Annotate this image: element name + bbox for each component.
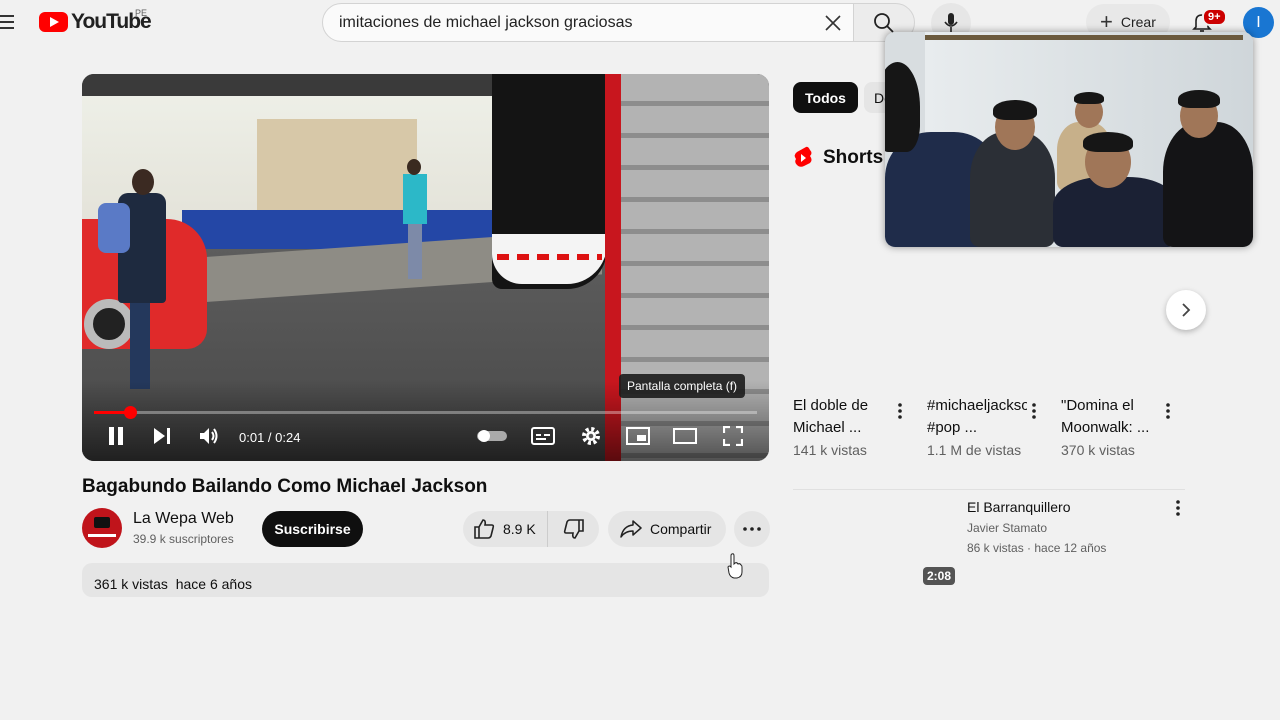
section-divider xyxy=(793,489,1185,490)
youtube-play-icon xyxy=(39,12,68,32)
plus-icon: + xyxy=(1100,9,1113,34)
microphone-icon xyxy=(944,13,958,32)
shorts-next-button[interactable] xyxy=(1166,290,1206,330)
duration-badge: 2:08 xyxy=(923,567,956,585)
more-actions-button[interactable] xyxy=(734,511,770,547)
fullscreen-tooltip: Pantalla completa (f) xyxy=(619,374,746,398)
search-input[interactable]: imitaciones de michael jackson graciosas xyxy=(322,3,854,42)
next-button[interactable] xyxy=(150,424,174,448)
related-video-title[interactable]: El Barranquillero xyxy=(967,499,1071,515)
theater-mode-button[interactable] xyxy=(673,424,697,448)
autoplay-toggle-icon xyxy=(477,430,507,442)
progress-bar[interactable] xyxy=(94,406,757,419)
description-box[interactable]: 361 k vistas hace 6 años xyxy=(82,563,769,597)
webcam-overlay xyxy=(885,32,1253,247)
volume-icon xyxy=(200,428,218,444)
shorts-icon xyxy=(794,146,812,167)
thumbs-up-icon xyxy=(474,519,495,539)
skip-next-icon xyxy=(154,428,170,444)
fullscreen-icon xyxy=(723,426,743,446)
short-title[interactable]: "Domina el Moonwalk: ... xyxy=(1061,395,1161,439)
country-code: PE xyxy=(135,8,148,18)
gear-icon xyxy=(582,427,600,445)
short-title[interactable]: El doble de Michael ... xyxy=(793,395,893,439)
like-count: 8.9 K xyxy=(503,521,536,537)
subscribe-button[interactable]: Suscribirse xyxy=(262,511,363,547)
menu-icon[interactable] xyxy=(0,12,16,32)
channel-avatar[interactable] xyxy=(82,508,122,548)
video-title: Bagabundo Bailando Como Michael Jackson xyxy=(82,476,488,497)
share-icon xyxy=(620,520,642,538)
chevron-right-icon xyxy=(1182,303,1191,317)
dislike-button[interactable] xyxy=(548,511,599,547)
search-query[interactable]: imitaciones de michael jackson graciosas xyxy=(339,14,813,32)
notification-count-badge: 9+ xyxy=(1202,8,1227,26)
time-display: 0:01 / 0:24 xyxy=(239,430,301,445)
settings-button[interactable] xyxy=(579,424,603,448)
short-views: 370 k vistas xyxy=(1061,442,1135,458)
short-card[interactable]: El doble de Michael ... 141 k vistas xyxy=(793,395,913,458)
create-label: Crear xyxy=(1120,14,1156,30)
shorts-heading: Shorts xyxy=(823,147,884,168)
video-player[interactable]: Pantalla completa (f) 0:01 / 0:24 xyxy=(82,74,769,461)
fullscreen-button[interactable] xyxy=(722,424,744,448)
upload-age: hace 6 años xyxy=(175,576,253,592)
more-vertical-icon[interactable] xyxy=(1032,403,1036,419)
short-card[interactable]: #michaeljackson #pop ... 1.1 M de vistas xyxy=(927,395,1047,458)
youtube-logo[interactable]: YouTube xyxy=(39,10,152,34)
channel-name[interactable]: La Wepa Web xyxy=(133,510,234,528)
miniplayer-button[interactable] xyxy=(626,424,650,448)
hand-cursor-icon xyxy=(727,553,743,579)
like-button[interactable]: 8.9 K xyxy=(463,511,548,547)
clear-search-icon[interactable] xyxy=(813,4,853,42)
more-vertical-icon[interactable] xyxy=(898,403,902,419)
subscriber-count: 39.9 k suscriptores xyxy=(133,532,234,546)
search-icon xyxy=(874,12,894,33)
more-horizontal-icon xyxy=(743,527,761,531)
subtitles-button[interactable] xyxy=(531,424,555,448)
subtitles-icon xyxy=(531,427,555,445)
more-vertical-icon[interactable] xyxy=(1176,500,1180,516)
pause-button[interactable] xyxy=(104,424,128,448)
chip-all[interactable]: Todos xyxy=(793,82,858,113)
view-count: 361 k vistas xyxy=(94,576,168,592)
pause-icon xyxy=(109,427,123,445)
short-card[interactable]: "Domina el Moonwalk: ... 370 k vistas xyxy=(1061,395,1181,458)
more-vertical-icon[interactable] xyxy=(1166,403,1170,419)
share-label: Compartir xyxy=(650,521,712,537)
related-video-channel[interactable]: Javier Stamato xyxy=(967,521,1047,535)
miniplayer-icon xyxy=(626,427,650,445)
shorts-header: Shorts xyxy=(793,146,883,170)
volume-button[interactable] xyxy=(196,424,222,448)
autoplay-toggle[interactable] xyxy=(475,424,509,448)
share-button[interactable]: Compartir xyxy=(608,511,726,547)
short-views: 1.1 M de vistas xyxy=(927,442,1022,458)
short-views: 141 k vistas xyxy=(793,442,867,458)
thumbs-down-icon xyxy=(563,519,584,539)
related-video-meta: 86 k vistas · hace 12 años xyxy=(967,541,1107,555)
theater-mode-icon xyxy=(673,428,697,444)
short-title[interactable]: #michaeljackson #pop ... xyxy=(927,395,1027,439)
like-dislike-group: 8.9 K xyxy=(463,511,599,547)
